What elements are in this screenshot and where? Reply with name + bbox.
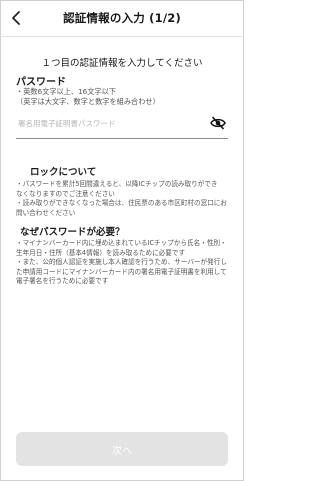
eye-off-icon bbox=[210, 116, 226, 130]
why-line3: ・また、公的個人認証を実施し本人確認を行うため、サーバーが発行し bbox=[16, 258, 227, 266]
password-hint-line1: ・英数6文字以上、16文字以下 bbox=[16, 87, 116, 96]
password-input[interactable] bbox=[18, 110, 196, 136]
instruction-text: １つ目の認証情報を入力してください bbox=[41, 58, 203, 69]
password-field bbox=[16, 110, 228, 139]
password-hint-line2: （英字は大文字、数字と数字を組み合わせ） bbox=[16, 97, 160, 106]
lock-line2: なくなりますのでご注意ください bbox=[16, 189, 115, 198]
lock-line1: ・パスワードを累計5回間違えると、以降ICチップの読み取りができ bbox=[16, 180, 218, 188]
why-line1: ・マイナンバーカード内に埋め込まれているICチップから氏名・性別・ bbox=[16, 239, 227, 247]
header-divider bbox=[0, 36, 244, 37]
password-hint: ・英数6文字以上、16文字以下 （英字は大文字、数字と数字を組み合わせ） bbox=[16, 87, 160, 107]
lock-section-body: ・パスワードを累計5回間違えると、以降ICチップの読み取りができ なくなりますの… bbox=[16, 180, 232, 218]
why-section-body: ・マイナンバーカード内に埋め込まれているICチップから氏名・性別・ 生年月日・住… bbox=[16, 239, 232, 287]
lock-section-title: ロックについて bbox=[30, 167, 97, 178]
why-line5: 電子署名を行うために必要です bbox=[16, 277, 109, 285]
next-button[interactable]: 次へ bbox=[16, 432, 228, 466]
password-label: パスワード bbox=[16, 77, 66, 88]
toggle-visibility-button[interactable] bbox=[208, 114, 228, 132]
header: 認証情報の入力 (1/2) bbox=[0, 0, 244, 36]
why-line2: 生年月日・住所（基本4情報）を読み取るために必要です bbox=[16, 248, 186, 257]
why-section-title: なぜパスワードが必要？ bbox=[20, 227, 125, 238]
lock-line4: 問い合わせください bbox=[16, 208, 76, 217]
why-line4: た申請用コードにマイナンバーカード内の署名用電子証明書を利用して bbox=[16, 267, 227, 276]
page-title: 認証情報の入力 (1/2) bbox=[63, 11, 181, 25]
lock-line3: ・読み取りができなくなった場合は、住民票のある市区町村の窓口にお bbox=[16, 199, 227, 207]
